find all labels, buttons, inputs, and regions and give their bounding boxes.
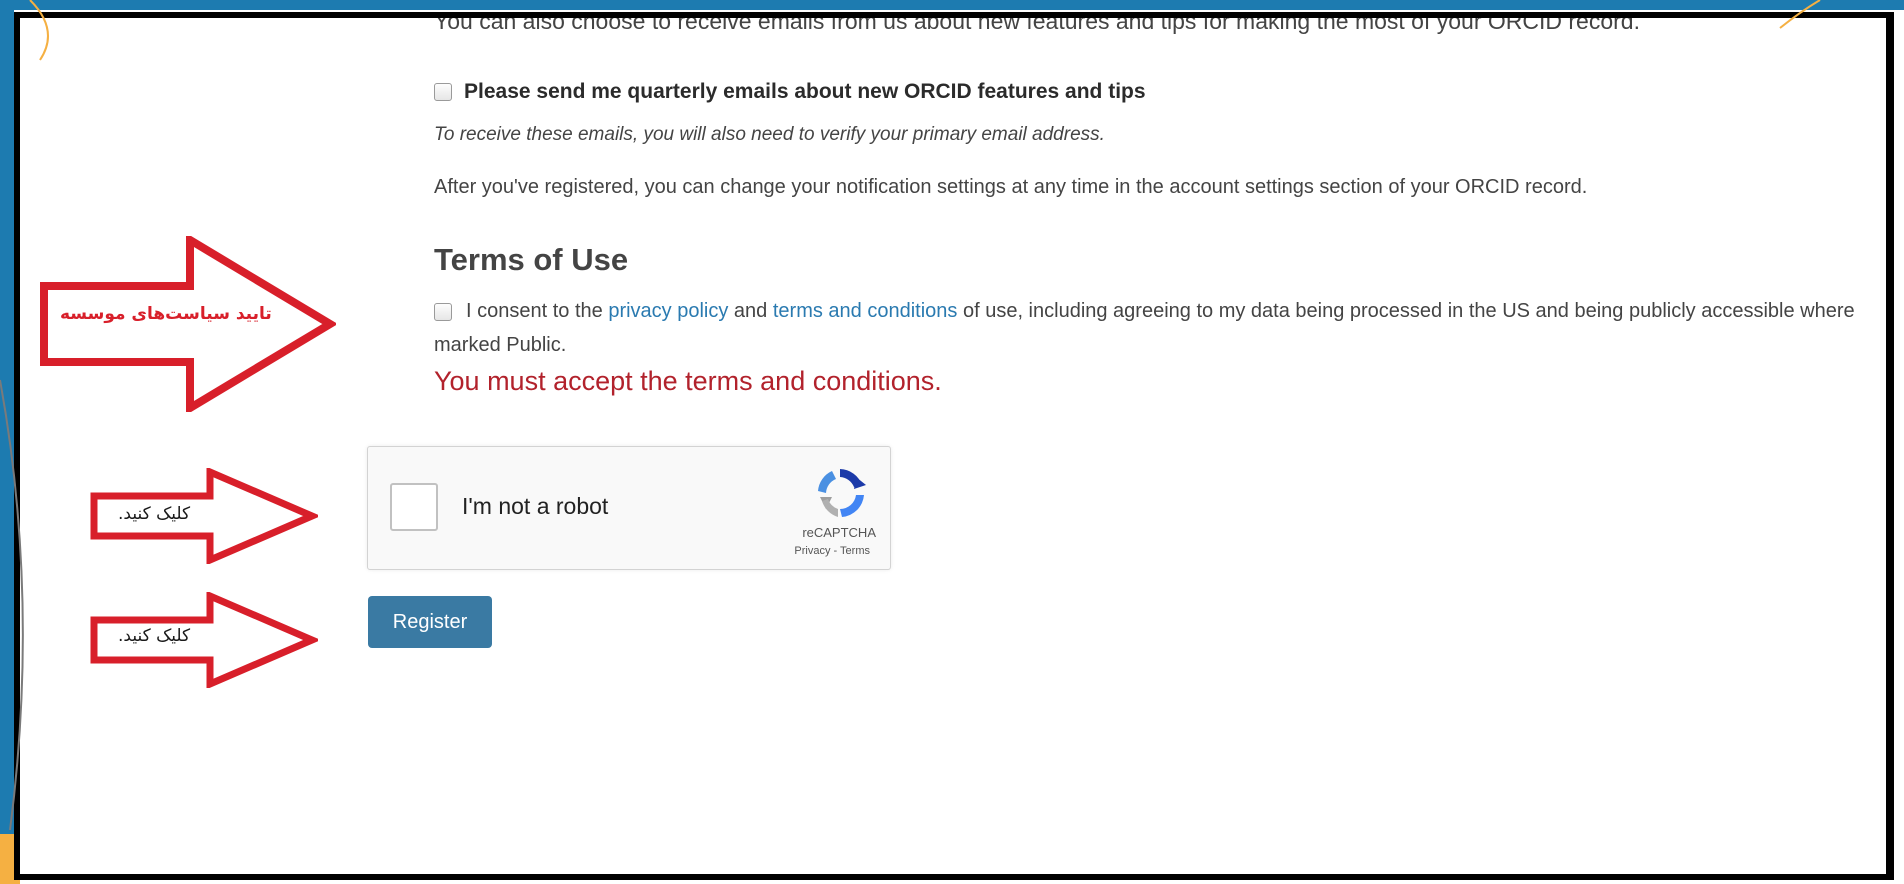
email-intro-text: You can also choose to receive emails fr… (434, 12, 1640, 34)
recaptcha-logo-icon (818, 469, 866, 517)
consent-prefix: I consent to the (466, 300, 609, 322)
quarterly-emails-note: To receive these emails, you will also n… (434, 124, 1105, 145)
terms-error-message: You must accept the terms and conditions… (434, 366, 942, 396)
recaptcha-privacy-terms[interactable]: Privacy - Terms (794, 545, 870, 557)
register-button[interactable]: Register (368, 596, 492, 648)
terms-conditions-link[interactable]: terms and conditions (773, 300, 958, 322)
notification-settings-text: After you've registered, you can change … (434, 176, 1588, 198)
terms-annotation-label: تایید سیاست‌های موسسه (60, 304, 272, 324)
register-annotation-label: کلیک کنید. (118, 626, 191, 646)
consent-and: and (728, 300, 773, 322)
recaptcha-label: I'm not a robot (462, 493, 609, 519)
recaptcha-widget: I'm not a robot reCAPTCHA Privacy - Term… (367, 446, 891, 570)
screenshot-frame: You can also choose to receive emails fr… (14, 12, 1894, 880)
slide-top-bar (14, 0, 1904, 10)
quarterly-emails-label: Please send me quarterly emails about ne… (464, 80, 1146, 103)
terms-annotation-arrow (40, 236, 336, 412)
quarterly-emails-option[interactable]: Please send me quarterly emails about ne… (434, 80, 1146, 104)
recaptcha-brand: reCAPTCHA (802, 525, 876, 540)
privacy-policy-link[interactable]: privacy policy (608, 300, 728, 322)
recaptcha-checkbox[interactable] (390, 483, 438, 531)
consent-option: I consent to the privacy policy and term… (434, 294, 1874, 362)
slide-left-bar (0, 0, 14, 884)
recaptcha-annotation-label: کلیک کنید. (118, 504, 191, 524)
consent-checkbox[interactable] (434, 302, 452, 321)
quarterly-emails-checkbox[interactable] (434, 83, 452, 102)
terms-heading: Terms of Use (434, 242, 629, 277)
